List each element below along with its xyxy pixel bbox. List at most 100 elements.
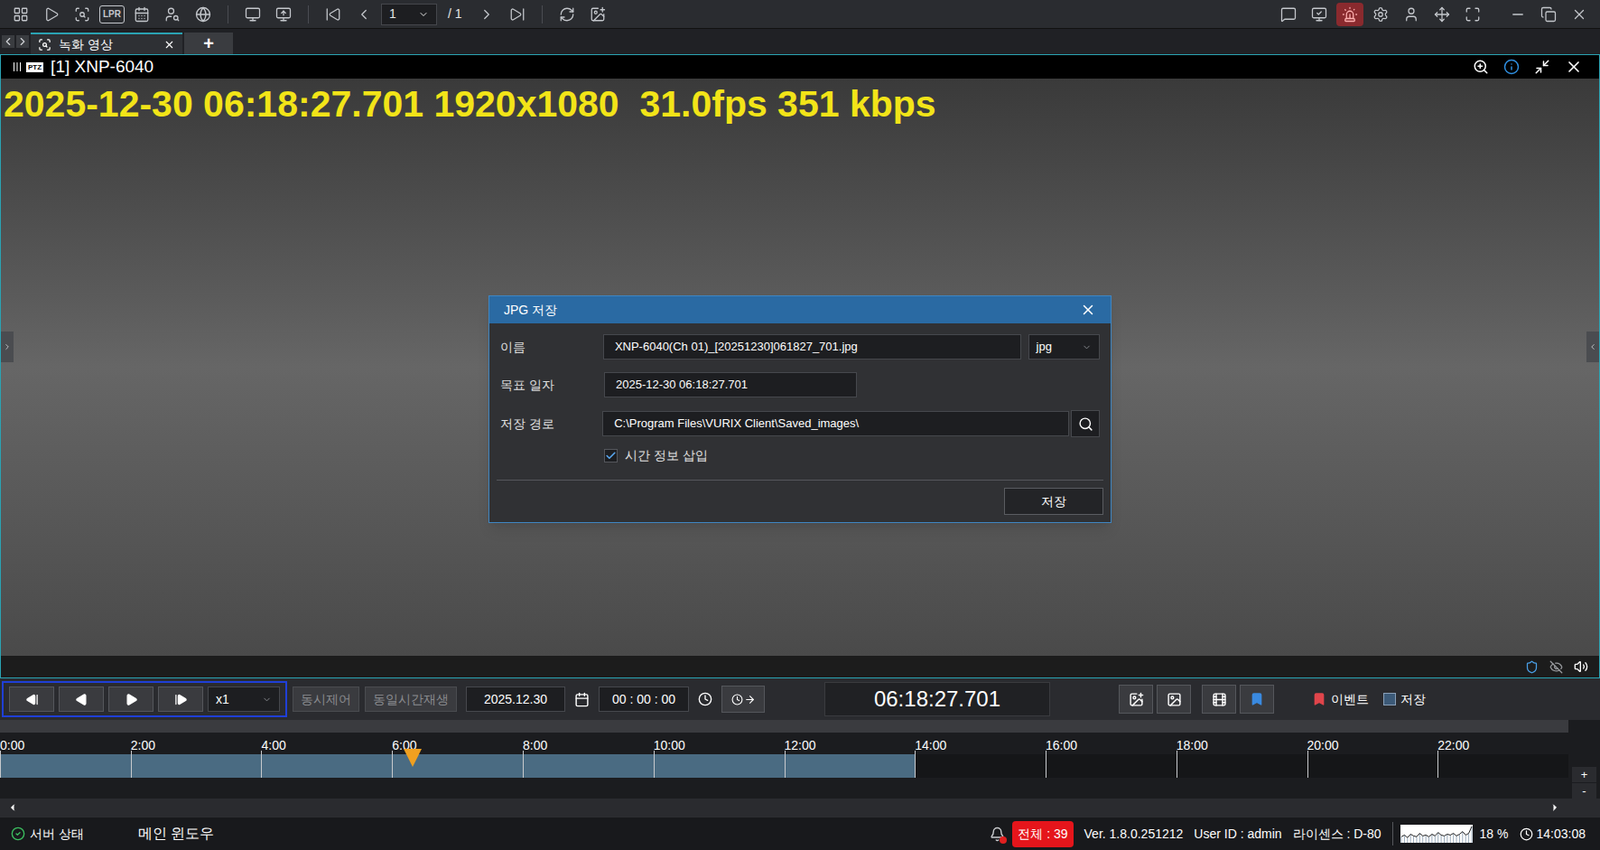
name-row: 이름XNP-6040(Ch 01)_[20251230]061827_701.j… xyxy=(500,334,1100,360)
go-to-time-button[interactable] xyxy=(721,685,765,713)
time-field[interactable]: 00 : 00 : 00 xyxy=(598,686,689,712)
refresh-button[interactable] xyxy=(553,2,581,27)
add-tab-button[interactable]: + xyxy=(184,32,233,55)
close-button[interactable] xyxy=(1565,2,1593,27)
clock-icon xyxy=(697,691,713,707)
path-input[interactable]: C:\Program Files\VURIX Client\Saved_imag… xyxy=(602,410,1070,437)
playback-tab-icon xyxy=(37,37,52,52)
close-tab-icon[interactable] xyxy=(163,38,176,51)
tab[interactable]: 녹화 영상 xyxy=(30,32,183,55)
left-side-tab[interactable] xyxy=(0,331,14,363)
checkbox[interactable] xyxy=(604,448,618,463)
next-page-button[interactable] xyxy=(473,2,501,27)
layout-button[interactable] xyxy=(7,2,35,27)
monitor-check-button[interactable] xyxy=(1305,2,1333,27)
bookmark-button[interactable] xyxy=(1239,684,1275,714)
page-select[interactable]: 1 xyxy=(381,3,438,26)
dialog-close-icon[interactable] xyxy=(1079,301,1097,318)
tick-line xyxy=(653,750,655,778)
map-icon xyxy=(195,6,212,23)
last-page-button[interactable] xyxy=(503,2,531,27)
time-info-checkbox-row[interactable]: 시간 정보 삽입 xyxy=(500,446,1100,466)
first-page-button[interactable] xyxy=(319,2,347,27)
timeline: 0:002:004:006:008:0010:0012:0014:0016:00… xyxy=(0,719,1600,799)
speaker-icon[interactable] xyxy=(1573,659,1589,674)
playhead-marker[interactable] xyxy=(403,748,422,767)
move-button[interactable] xyxy=(1428,2,1456,27)
alarm-icon xyxy=(1341,6,1359,23)
map-button[interactable] xyxy=(189,2,217,27)
tick-line xyxy=(260,750,262,778)
snapshot-button[interactable] xyxy=(584,2,612,27)
server-status[interactable]: 서버 상태 xyxy=(10,824,84,844)
playback-search-button[interactable] xyxy=(68,2,96,27)
tab-scroll-right-icon[interactable] xyxy=(16,35,29,48)
fullscreen-button[interactable] xyxy=(1459,2,1487,27)
clock-icon xyxy=(1519,827,1534,841)
right-side-tab[interactable] xyxy=(1586,331,1600,363)
prev-page-button[interactable] xyxy=(350,2,378,27)
alarm-button[interactable] xyxy=(1336,2,1364,27)
cpu-sample xyxy=(1437,832,1439,843)
format-select[interactable]: jpg xyxy=(1028,334,1100,360)
message-button[interactable] xyxy=(1274,2,1303,27)
restore-icon xyxy=(1540,6,1557,23)
panel-title: [1] XNP-6040 xyxy=(50,54,154,81)
name-input[interactable]: XNP-6040(Ch 01)_[20251230]061827_701.jpg xyxy=(603,334,1022,360)
calendar-icon[interactable] xyxy=(574,691,590,707)
browse-button[interactable] xyxy=(1070,409,1100,438)
export-video-button[interactable] xyxy=(1201,684,1237,714)
image-button[interactable] xyxy=(1156,684,1191,714)
same-time-play-button[interactable]: 동일시간재생 xyxy=(364,686,457,712)
user-button[interactable] xyxy=(1397,2,1425,27)
tab-scroll-left-icon[interactable] xyxy=(1,35,15,48)
next-page-icon xyxy=(478,6,495,23)
schedule-button[interactable] xyxy=(128,2,156,27)
date-field[interactable]: 2025.12.30 xyxy=(465,686,566,712)
scroll-right-icon[interactable] xyxy=(1549,801,1561,813)
dropdown-icon xyxy=(1081,342,1092,353)
tick-line xyxy=(522,750,524,778)
zoom-in-button[interactable]: + xyxy=(1572,766,1597,782)
bookmark-icon xyxy=(1249,691,1265,707)
legend-item: 이벤트 xyxy=(1311,689,1369,709)
speed-select[interactable]: x1 xyxy=(207,686,280,712)
step-back-button[interactable] xyxy=(9,686,55,712)
scroll-left-icon[interactable] xyxy=(7,801,19,813)
lpr-button[interactable]: LPR xyxy=(99,5,125,24)
settings-button[interactable] xyxy=(1367,2,1395,27)
timeline-track[interactable] xyxy=(0,753,1569,778)
cpu-sample xyxy=(1403,834,1405,843)
eye-off-icon xyxy=(1549,660,1563,674)
date-input[interactable]: 2025-12-30 06:18:27.701 xyxy=(604,372,857,398)
playback-controls: x1 동시제어동일시간재생 2025.12.30 00 : 00 : 00 06:18:… xyxy=(0,678,1600,720)
live-button[interactable] xyxy=(37,2,66,27)
jpg-save-dialog: JPG 저장이름XNP-6040(Ch 01)_[20251230]061827… xyxy=(488,295,1112,523)
save-button[interactable]: 저장 xyxy=(1004,487,1104,515)
zoom-out-button[interactable]: - xyxy=(1572,782,1597,799)
version: Ver. 1.8.0.251212 xyxy=(1084,824,1184,844)
toolbar-separator xyxy=(541,5,543,24)
info-icon[interactable] xyxy=(1503,58,1520,75)
monitor-button[interactable] xyxy=(239,2,267,27)
tick-line xyxy=(130,750,132,778)
restore-button[interactable] xyxy=(1534,2,1563,27)
reverse-play-button[interactable] xyxy=(58,686,104,712)
jpg-save-button[interactable] xyxy=(1118,684,1154,714)
digital-zoom-icon[interactable] xyxy=(1472,58,1489,75)
minimize-button[interactable] xyxy=(1504,2,1532,27)
current-time-display: 06:18:27.701 xyxy=(824,681,1051,717)
step-forward-button[interactable] xyxy=(158,686,204,712)
sync-control-button[interactable]: 동시제어 xyxy=(292,686,360,712)
monitor-add-button[interactable] xyxy=(269,2,298,27)
play-button[interactable] xyxy=(108,686,154,712)
film-icon xyxy=(1211,691,1228,707)
record-swatch xyxy=(1383,692,1396,706)
cpu-sample xyxy=(1428,836,1430,843)
timeline-scrollbar[interactable] xyxy=(0,798,1600,817)
close-panel-icon[interactable] xyxy=(1564,57,1583,76)
alarm-total-badge[interactable]: 전체 : 39 xyxy=(1012,820,1073,847)
person-search-button[interactable] xyxy=(158,2,187,27)
shrink-icon[interactable] xyxy=(1534,58,1551,75)
cpu-graph xyxy=(1400,824,1473,843)
